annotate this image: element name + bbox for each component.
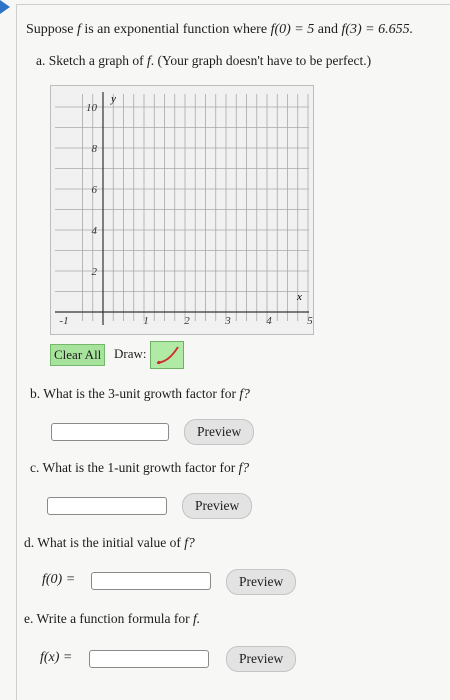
preview-button-c[interactable]: Preview — [182, 493, 253, 519]
initial-value-input[interactable] — [91, 572, 211, 590]
fx-label: f(x) = — [40, 650, 73, 665]
growth-factor-3-input[interactable] — [51, 423, 169, 441]
play-icon[interactable] — [0, 0, 10, 14]
preview-button-e[interactable]: Preview — [226, 646, 297, 672]
draw-curve-tool-icon[interactable] — [150, 341, 184, 369]
y-tick-label: 8 — [92, 143, 98, 155]
part-e-prompt: e. Write a function formula for f. — [24, 611, 200, 627]
y-tick-label: 2 — [92, 266, 98, 278]
function-formula-input[interactable] — [89, 650, 209, 668]
problem-prefix: Suppose — [26, 22, 74, 37]
x-tick-label: 2 — [184, 315, 190, 327]
part-a-prompt: a. Sketch a graph of f. (Your graph does… — [36, 53, 371, 69]
part-d-text: d. What is the initial value of — [24, 535, 181, 550]
y-tick-label: 10 — [86, 102, 98, 114]
growth-factor-1-input[interactable] — [47, 497, 167, 515]
part-c-text: c. What is the 1-unit growth factor for — [30, 460, 236, 475]
f0-label: f(0) = — [42, 572, 76, 587]
part-b-f: f? — [239, 386, 250, 401]
problem-middle: is an exponential function where — [84, 22, 268, 37]
part-a-text: a. Sketch a graph of — [36, 53, 144, 68]
part-b-prompt: b. What is the 3-unit growth factor for … — [30, 386, 250, 402]
part-e-f: f. — [193, 611, 201, 626]
graph-canvas[interactable]: 10 8 6 4 2 -1 1 2 3 4 5 y x — [50, 85, 314, 335]
problem-cond1: f(0) = 5 — [270, 22, 315, 37]
x-axis-label: x — [296, 291, 302, 303]
part-e-text: e. Write a function formula for — [24, 611, 190, 626]
y-axis-label: y — [110, 93, 116, 105]
top-divider — [16, 4, 450, 5]
graph-grid — [55, 92, 309, 325]
part-c-prompt: c. What is the 1-unit growth factor for … — [30, 460, 249, 476]
x-tick-label: 3 — [224, 315, 231, 327]
x-tick-label: 1 — [143, 315, 149, 327]
preview-button-d[interactable]: Preview — [226, 569, 297, 595]
problem-cond2: f(3) = 6.655. — [341, 22, 414, 37]
y-tick-label: 6 — [92, 184, 98, 196]
problem-and: and — [317, 22, 338, 37]
y-tick-label: 4 — [92, 225, 98, 237]
part-d-f: f? — [184, 535, 195, 550]
graph-svg[interactable]: 10 8 6 4 2 -1 1 2 3 4 5 y x — [51, 86, 313, 334]
left-divider — [16, 4, 17, 700]
part-c-f: f? — [238, 460, 250, 475]
clear-all-button[interactable]: Clear All — [50, 344, 106, 366]
preview-button-b[interactable]: Preview — [184, 419, 255, 445]
problem-statement: Suppose f is an exponential function whe… — [26, 22, 413, 38]
x-tick-label: -1 — [59, 315, 68, 327]
part-b-text: b. What is the 3-unit growth factor for — [30, 386, 236, 401]
x-tick-label: 5 — [307, 315, 313, 327]
part-d-prompt: d. What is the initial value of f? — [24, 535, 195, 551]
x-tick-label: 4 — [266, 315, 272, 327]
problem-f: f — [76, 22, 81, 37]
part-a-suffix: . (Your graph doesn't have to be perfect… — [150, 53, 372, 68]
draw-label: Draw: — [114, 346, 147, 361]
